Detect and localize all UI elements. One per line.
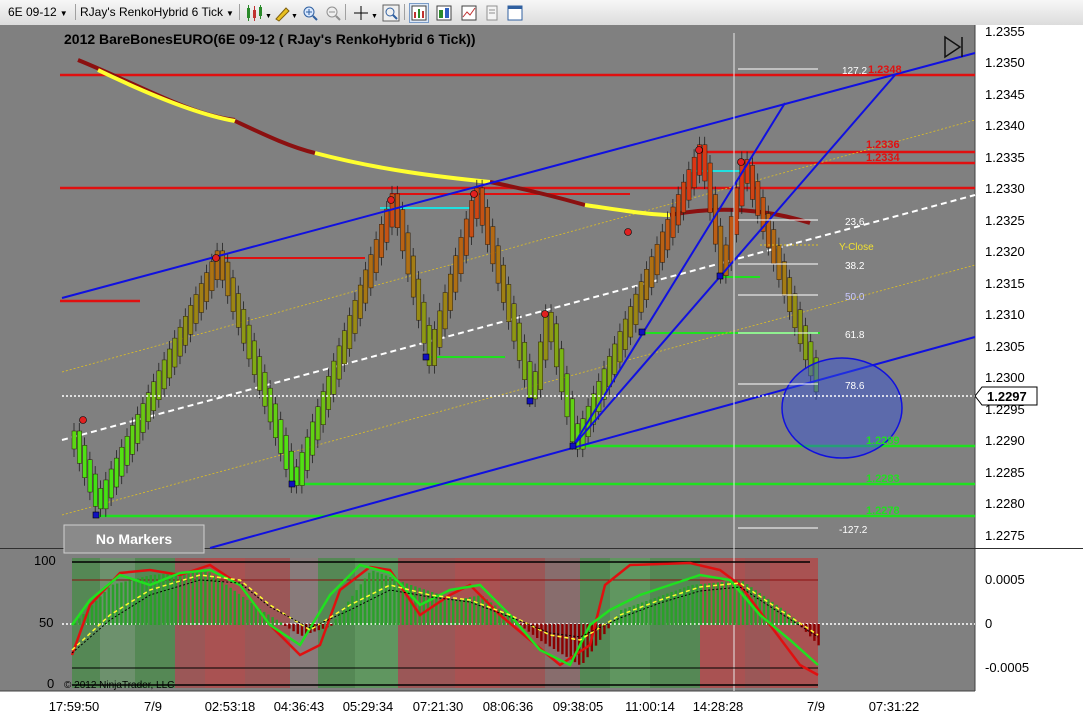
zoom-in-button[interactable] [300, 3, 320, 23]
time-tick: 08:06:36 [483, 699, 534, 714]
price-tick: 1.2305 [985, 339, 1025, 354]
instrument-selector[interactable]: 6E 09-12 ▼ [8, 3, 68, 21]
time-tick: 11:00:14 [625, 699, 675, 714]
instrument-label: 6E 09-12 [8, 5, 57, 19]
zoom-out-button[interactable] [323, 3, 343, 23]
toolbar-separator [404, 4, 405, 20]
last-price-badge: 1.2297 [974, 386, 1038, 406]
level-label-red: 1.2336 [866, 139, 900, 151]
no-markers-label: No Markers [96, 531, 172, 547]
time-tick: 7/9 [807, 699, 825, 714]
time-tick: 17:59:50 [49, 699, 100, 714]
level-label-green: 1.2289 [866, 435, 900, 447]
no-markers-button[interactable]: No Markers [63, 524, 205, 554]
chart-area[interactable]: 127.2 23.6 38.2 50.0 61.8 78.6 -127.2 Y-… [0, 25, 1083, 723]
price-tick: 1.2350 [985, 55, 1025, 70]
fib-label: -127.2 [839, 525, 868, 536]
copyright-text: © 2012 NinjaTrader, LLC [64, 680, 174, 691]
indicators-button[interactable] [409, 3, 429, 23]
fib-label: 61.8 [845, 330, 865, 341]
toolbar-separator [239, 4, 240, 20]
chart-style-button[interactable]: ▼ [244, 3, 272, 23]
strategies-button[interactable] [434, 3, 454, 23]
level-label-red: 1.2334 [866, 152, 901, 164]
chart-properties-button[interactable] [459, 3, 479, 23]
magnifier-minus-icon [326, 6, 341, 21]
chart-toolbar: 6E 09-12 ▼ RJay's RenkoHybrid 6 Tick ▼ ▼ ▼… [0, 0, 1083, 26]
price-panel[interactable] [0, 25, 1083, 548]
chevron-down-icon: ▼ [59, 9, 68, 18]
svg-text:▼: ▼ [291, 13, 298, 20]
level-label-red: 1.2348 [868, 64, 902, 76]
indicators-icon [411, 5, 427, 21]
price-tick: 1.2340 [985, 118, 1025, 133]
svg-text:▼: ▼ [265, 13, 271, 20]
price-tick: 1.2285 [985, 465, 1025, 480]
price-tick: 1.2320 [985, 244, 1025, 259]
fib-label: 78.6 [845, 381, 865, 392]
time-tick: 7/9 [144, 699, 162, 714]
fib-label: 23.6 [845, 217, 865, 228]
fib-label: 38.2 [845, 261, 865, 272]
chart-title: 2012 BareBonesEURO(6E 09-12 ( RJay's Ren… [64, 31, 476, 47]
osc-right-tick: 0 [985, 616, 992, 631]
last-price-value: 1.2297 [987, 389, 1027, 404]
time-tick: 05:29:34 [343, 699, 394, 714]
document-icon [486, 5, 498, 21]
svg-text:▼: ▼ [371, 13, 378, 20]
time-axis-band [0, 690, 1083, 723]
crosshair-button[interactable]: ▼ [352, 3, 378, 23]
time-tick: 02:53:18 [205, 699, 256, 714]
price-tick: 1.2355 [985, 25, 1025, 39]
time-tick: 14:28:28 [693, 699, 744, 714]
price-tick: 1.2280 [985, 496, 1025, 511]
time-tick: 07:31:22 [869, 699, 920, 714]
osc-left-tick: 0 [47, 676, 54, 691]
pencil-icon: ▼ [275, 7, 298, 22]
price-tick: 1.2315 [985, 276, 1025, 291]
price-tick: 1.2345 [985, 87, 1025, 102]
data-box-button[interactable] [381, 3, 401, 23]
price-tick: 1.2290 [985, 433, 1025, 448]
y-close-label: Y-Close [839, 242, 874, 253]
level-label-green: 1.2278 [866, 505, 900, 517]
fib-label: 127.2 [842, 66, 867, 77]
time-tick: 09:38:05 [553, 699, 604, 714]
magnifier-plus-icon [303, 6, 318, 21]
price-tick: 1.2300 [985, 370, 1025, 385]
toolbar-separator [75, 4, 76, 20]
price-tick: 1.2310 [985, 307, 1025, 322]
line-chart-icon [461, 5, 477, 21]
bar-type-label: RJay's RenkoHybrid 6 Tick [80, 5, 224, 19]
window-icon [507, 5, 523, 21]
price-tick: 1.2335 [985, 150, 1025, 165]
bar-type-selector[interactable]: RJay's RenkoHybrid 6 Tick ▼ [80, 3, 234, 21]
osc-right-tick: -0.0005 [985, 660, 1029, 675]
drawing-tool-button[interactable]: ▼ [272, 3, 298, 23]
window-layout-button[interactable] [505, 3, 525, 23]
price-tick: 1.2330 [985, 181, 1025, 196]
osc-left-tick: 50 [39, 615, 53, 630]
toolbar-separator [345, 4, 346, 20]
osc-right-tick: 0.0005 [985, 572, 1025, 587]
time-tick: 04:36:43 [274, 699, 325, 714]
template-button[interactable] [482, 3, 502, 23]
price-tick: 1.2325 [985, 213, 1025, 228]
chevron-down-icon: ▼ [226, 9, 234, 18]
crosshair-icon: ▼ [354, 6, 378, 20]
price-tick: 1.2275 [985, 528, 1025, 543]
osc-left-tick: 100 [34, 553, 56, 568]
magnifier-window-icon [382, 4, 400, 22]
fib-label: 50.0 [845, 292, 865, 303]
time-tick: 07:21:30 [413, 699, 464, 714]
candlestick-icon: ▼ [247, 5, 272, 21]
strategies-icon [436, 5, 452, 21]
level-label-green: 1.2283 [866, 473, 900, 485]
